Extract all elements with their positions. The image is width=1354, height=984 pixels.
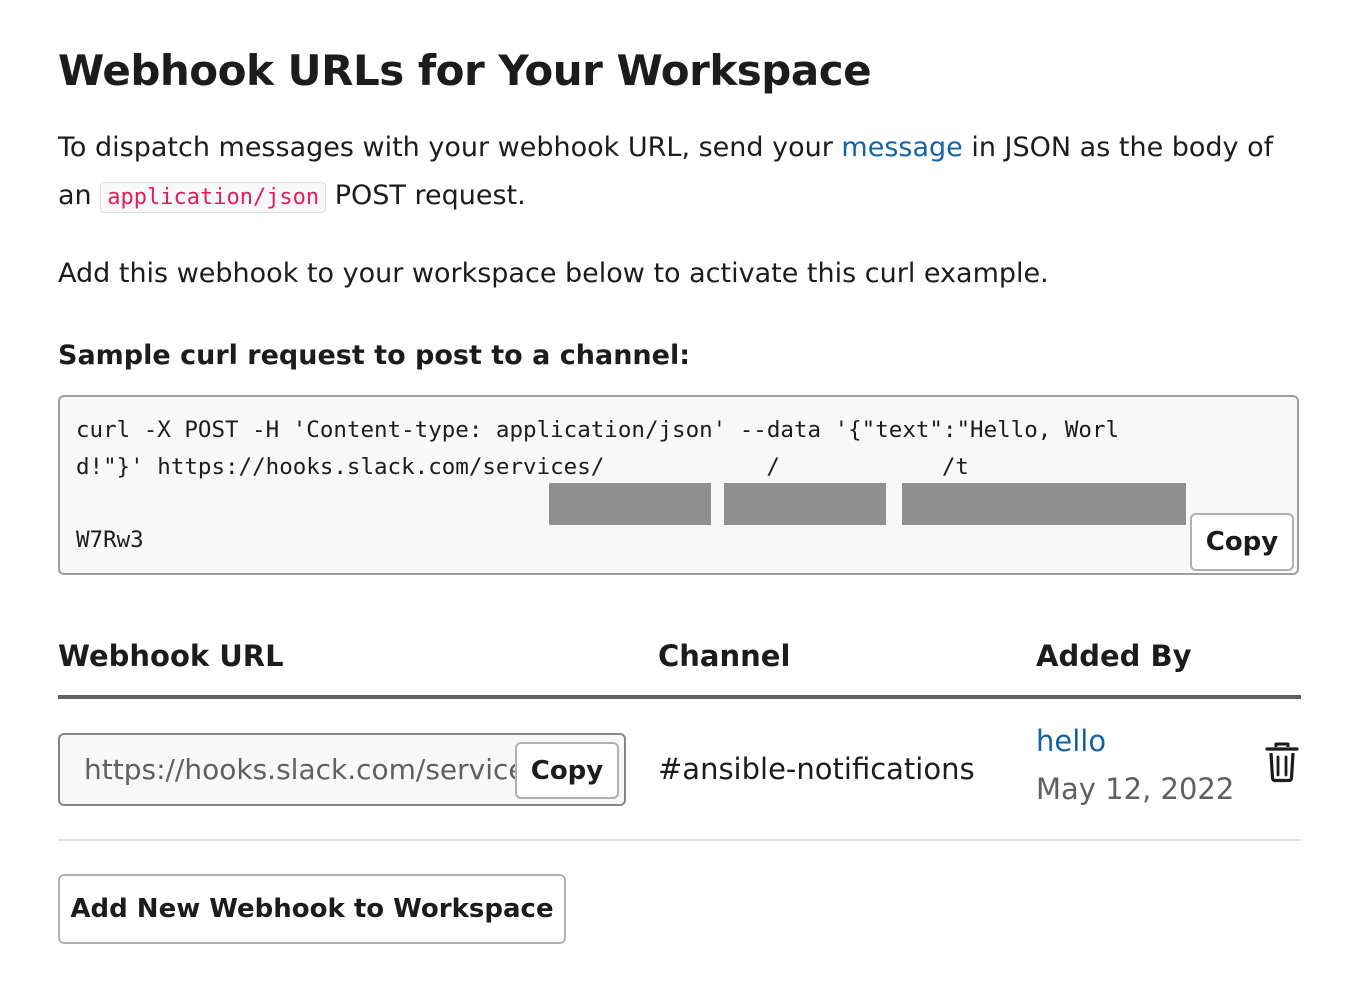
trash-icon[interactable] (1262, 741, 1302, 783)
sample-curl-code-block: curl -X POST -H 'Content-type: applicati… (58, 395, 1299, 575)
page-title: Webhook URLs for Your Workspace (58, 46, 872, 95)
webhook-url-input[interactable] (60, 735, 520, 804)
url-separator: / (766, 453, 780, 480)
webhook-url-field: Copy (58, 733, 626, 806)
sample-curl-heading: Sample curl request to post to a channel… (58, 340, 690, 371)
copy-webhook-url-button[interactable]: Copy (515, 742, 619, 799)
message-link[interactable]: message (841, 132, 962, 163)
added-by-user-link[interactable]: hello (1036, 718, 1106, 764)
added-date: May 12, 2022 (1036, 772, 1235, 806)
webhook-channel: #ansible-notifications (658, 752, 975, 786)
copy-curl-button[interactable]: Copy (1190, 513, 1294, 571)
curl-command-tail: W7Rw3 (76, 526, 144, 553)
intro-paragraph: To dispatch messages with your webhook U… (58, 124, 1308, 222)
redacted-segment-3-prefix: t (955, 453, 969, 480)
redaction-box-3 (902, 483, 1186, 525)
webhook-urls-page: Webhook URLs for Your Workspace To dispa… (0, 0, 1354, 984)
redaction-box-1 (549, 483, 711, 525)
intro-text: To dispatch messages with your webhook U… (58, 132, 842, 163)
column-header-channel: Channel (658, 639, 791, 673)
url-separator: / (941, 453, 956, 480)
add-new-webhook-button[interactable]: Add New Webhook to Workspace (58, 874, 566, 944)
column-header-added-by: Added By (1036, 639, 1192, 673)
column-header-webhook-url: Webhook URL (58, 639, 284, 673)
redaction-box-2 (724, 483, 886, 525)
trash-icon-graphic (1265, 742, 1299, 783)
content-type-code: application/json (100, 182, 327, 213)
table-row-divider (58, 839, 1301, 841)
table-header-divider (58, 695, 1301, 699)
intro-text-3: POST request. (326, 180, 526, 211)
activate-hint: Add this webhook to your workspace below… (58, 258, 1049, 289)
